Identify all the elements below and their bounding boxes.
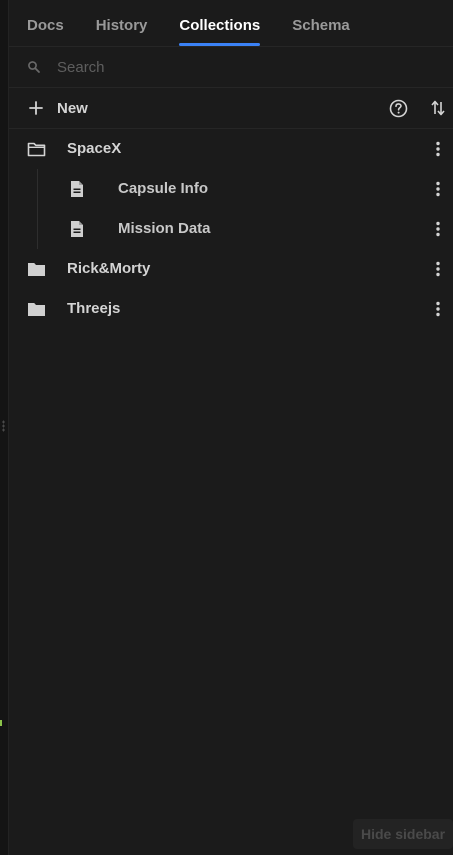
request-capsule-info[interactable]: Capsule Info (9, 169, 453, 209)
more-vertical-icon[interactable] (435, 261, 441, 277)
plus-icon (29, 101, 43, 115)
folder-icon (28, 263, 45, 276)
resize-handle[interactable] (2, 420, 5, 432)
request-label: Mission Data (118, 220, 211, 237)
collection-label: Threejs (67, 300, 121, 317)
collection-rick-morty[interactable]: Rick&Morty (9, 249, 453, 289)
search-icon (28, 61, 40, 73)
folder-open-icon (27, 142, 46, 157)
new-button-label: New (57, 99, 88, 117)
sidebar-panel: Docs History Collections Schema New (9, 0, 453, 855)
hide-sidebar-button[interactable]: Hide sidebar (353, 819, 453, 849)
editor-edge (0, 0, 9, 855)
more-vertical-icon[interactable] (435, 301, 441, 317)
more-vertical-icon[interactable] (435, 221, 441, 237)
collection-threejs[interactable]: Threejs (9, 289, 453, 329)
more-vertical-icon[interactable] (435, 141, 441, 157)
document-icon (71, 181, 83, 197)
help-circle-icon[interactable] (389, 99, 408, 118)
request-mission-data[interactable]: Mission Data (9, 209, 453, 249)
collections-tree: SpaceX Capsule Info Mission Data Rick&Mo… (9, 129, 453, 329)
folder-icon (28, 303, 45, 316)
request-label: Capsule Info (118, 180, 209, 197)
tab-history[interactable]: History (87, 17, 157, 46)
search-input[interactable] (57, 58, 357, 76)
tab-schema[interactable]: Schema (283, 17, 359, 46)
document-icon (71, 221, 83, 237)
tab-bar: Docs History Collections Schema (9, 0, 453, 47)
tab-docs[interactable]: Docs (18, 17, 73, 46)
tab-collections[interactable]: Collections (170, 17, 269, 46)
collection-label: SpaceX (67, 140, 122, 157)
app-window: Docs History Collections Schema New (0, 0, 453, 855)
more-vertical-icon[interactable] (435, 181, 441, 197)
collection-spacex[interactable]: SpaceX (9, 129, 453, 169)
sort-icon[interactable] (430, 99, 446, 117)
search-bar (9, 47, 453, 88)
gutter-marker (0, 720, 2, 726)
collection-label: Rick&Morty (67, 260, 151, 277)
collections-toolbar: New (9, 88, 453, 129)
new-collection-button[interactable]: New (9, 88, 88, 128)
